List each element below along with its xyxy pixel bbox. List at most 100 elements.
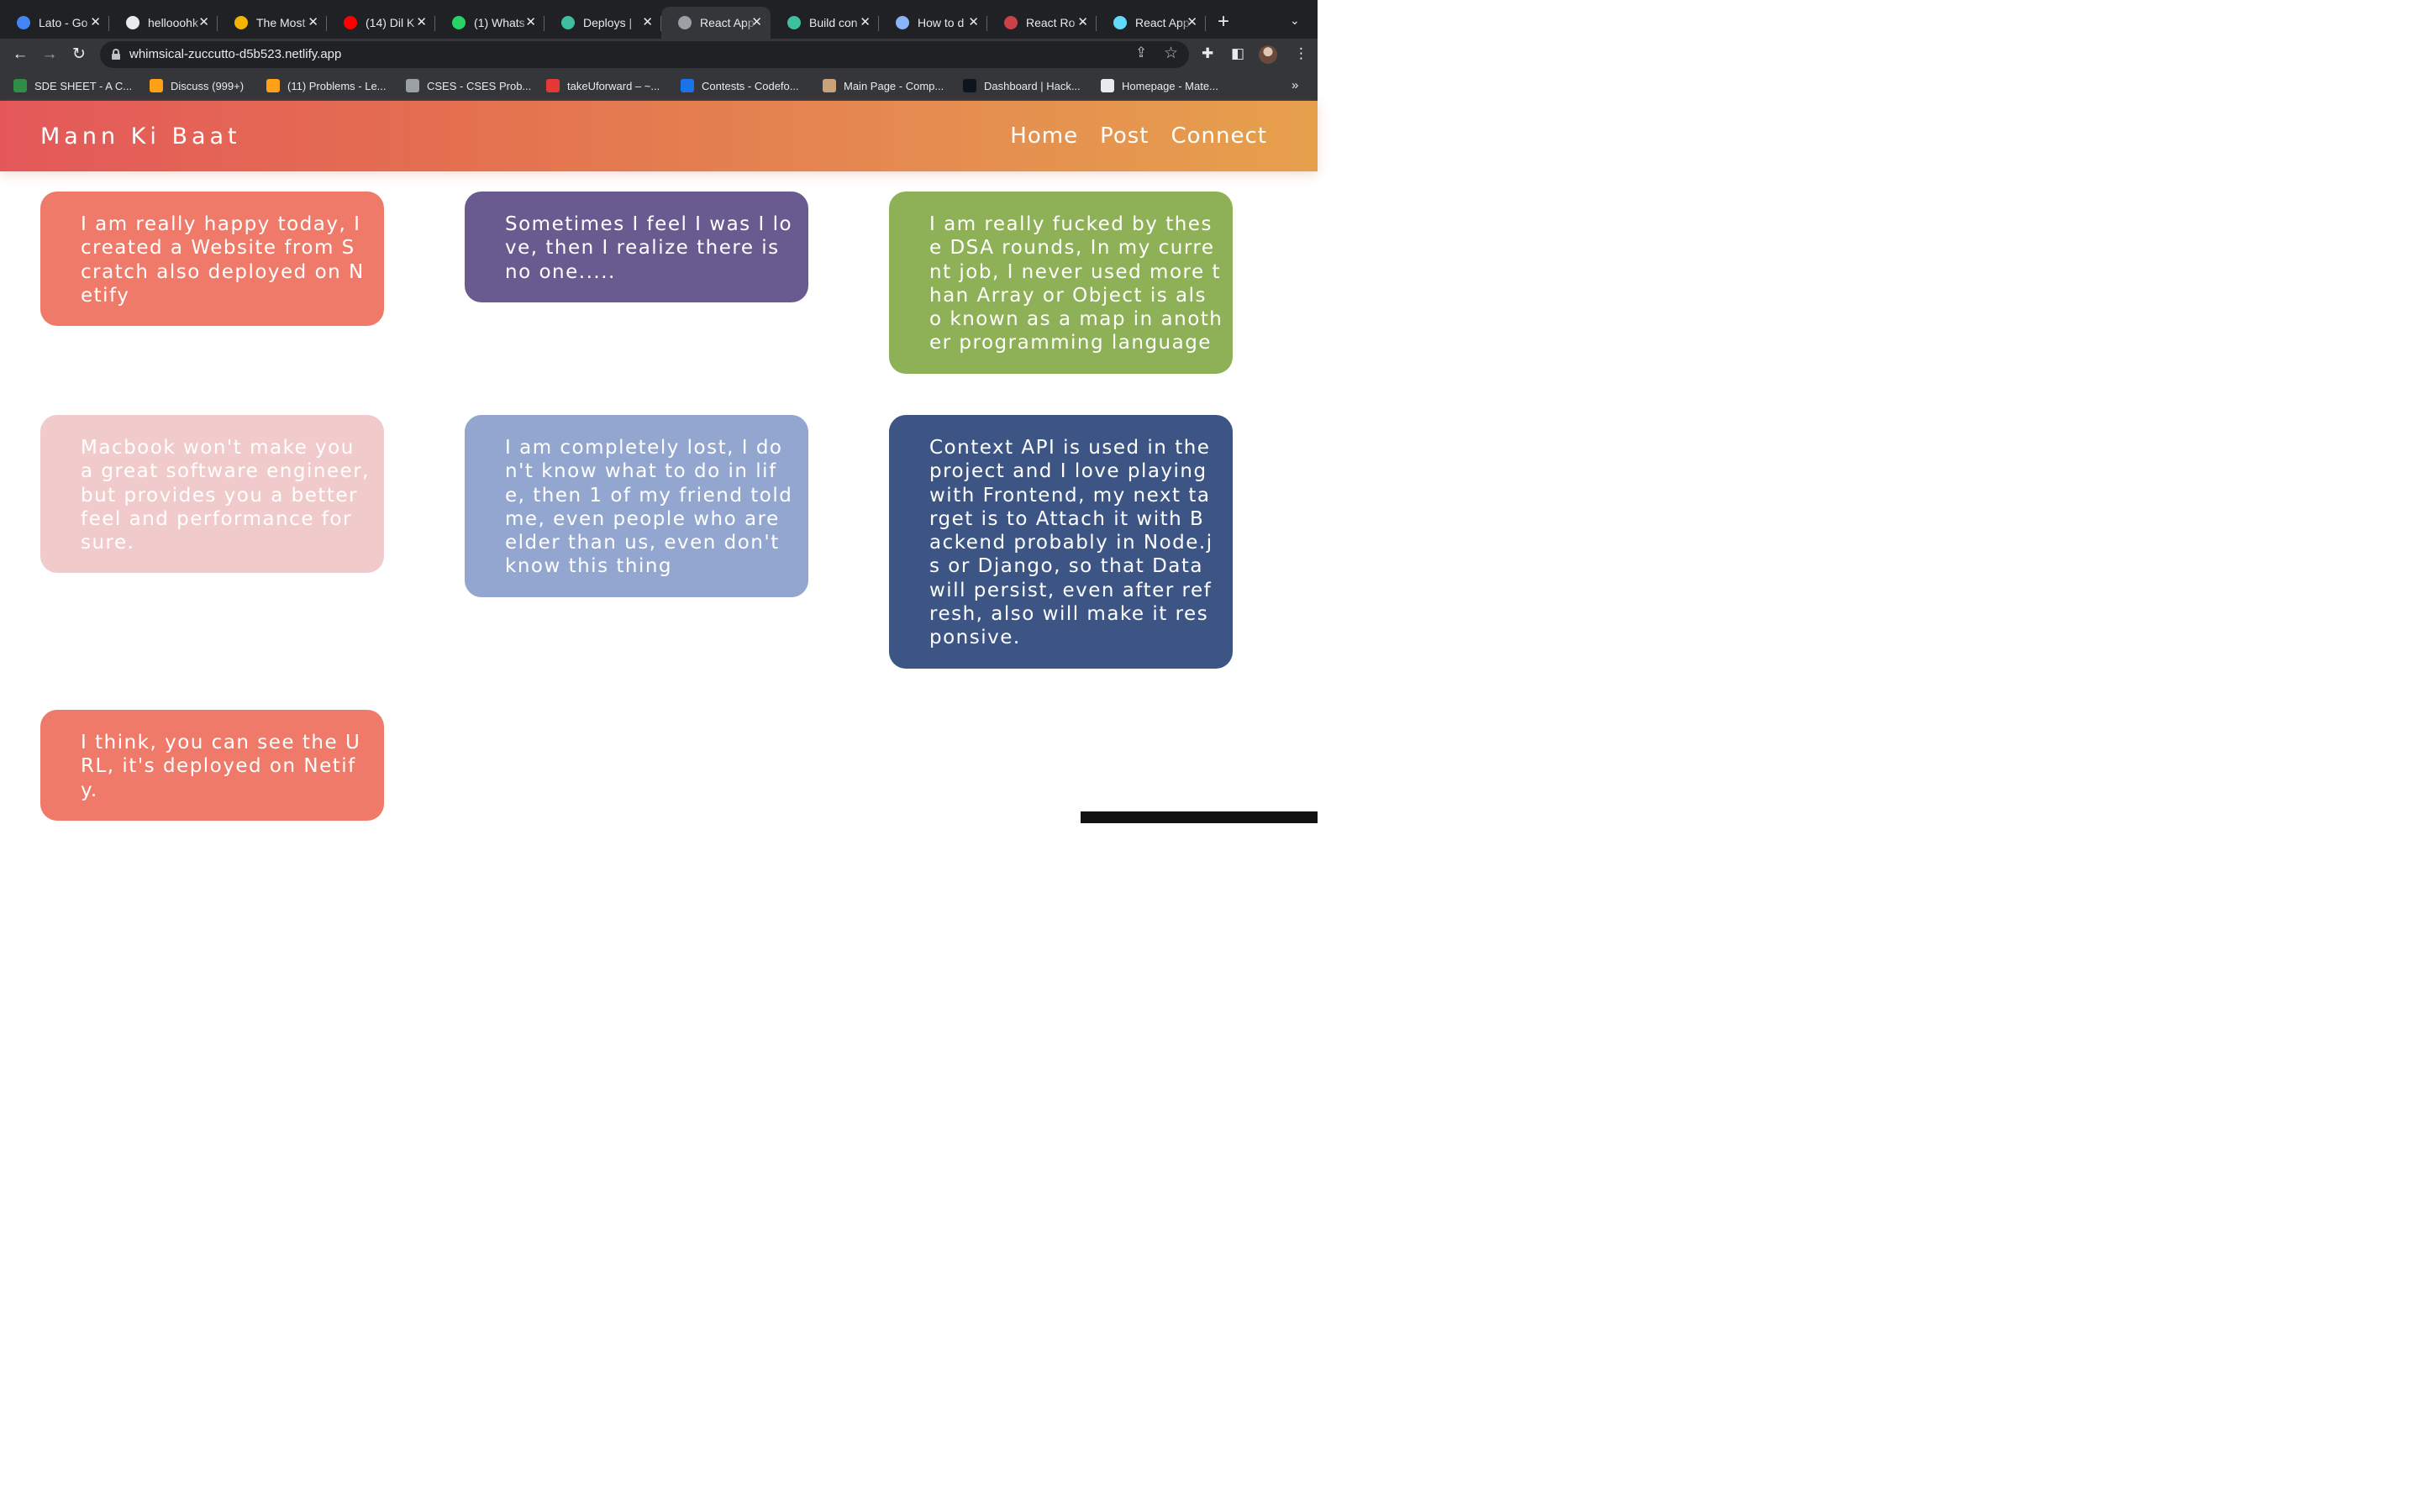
browser-tab[interactable]: React Ro ✕ <box>987 7 1097 39</box>
youtube-icon <box>344 16 357 29</box>
browser-toolbar: ← → ↻ whimsical-zuccutto-d5b523.netlify.… <box>0 39 1318 71</box>
browser-tab[interactable]: (14) Dil K ✕ <box>327 7 435 39</box>
browser-tab[interactable]: How to d ✕ <box>879 7 987 39</box>
tab-close-icon[interactable]: ✕ <box>90 15 101 30</box>
tab-close-icon[interactable]: ✕ <box>1186 15 1197 30</box>
post-card: I am completely lost, I do n't know what … <box>465 415 808 597</box>
post-text-line: know this thing <box>505 555 673 578</box>
app-navbar: Mann Ki Baat Home Post Connect <box>0 101 1318 171</box>
tab-close-icon[interactable]: ✕ <box>642 15 653 30</box>
tab-title: The Most <box>256 16 306 29</box>
browser-tab[interactable]: hellooohk ✕ <box>109 7 218 39</box>
bookmark-item[interactable]: takeUforward – ~... <box>546 79 660 92</box>
bookmark-item[interactable]: Contests - Codefo... <box>681 79 799 92</box>
post-text-line: o known as a map in anoth <box>929 308 1223 331</box>
browser-tab-strip: + ⌄ Lato - Go ✕ hellooohk ✕ The Most ✕ (14) Di… <box>0 0 1318 39</box>
post-text-line: will persist, even after ref <box>929 579 1213 601</box>
profile-avatar[interactable] <box>1259 45 1277 64</box>
tab-close-icon[interactable]: ✕ <box>1077 15 1088 30</box>
tab-close-icon[interactable]: ✕ <box>308 15 318 30</box>
address-url[interactable]: whimsical-zuccutto-d5b523.netlify.app <box>129 47 341 61</box>
bookmark-item[interactable]: SDE SHEET - A C... <box>13 79 132 92</box>
bookmark-item[interactable]: CSES - CSES Prob... <box>406 79 531 92</box>
tab-close-icon[interactable]: ✕ <box>198 15 209 30</box>
bookmark-favicon-icon <box>406 79 419 92</box>
nav-post-link[interactable]: Post <box>1100 123 1149 149</box>
browser-tab[interactable]: (1) Whats ✕ <box>435 7 544 39</box>
bookmark-label: takeUforward – ~... <box>567 79 660 92</box>
post-text-line: e, then 1 of my friend told <box>505 484 793 507</box>
post-text-line: I am really happy today, I <box>81 213 361 235</box>
post-text-line: no one..... <box>505 260 616 283</box>
post-text-line: s or Django, so that Data <box>929 555 1203 578</box>
post-text-line: I am really fucked by thes <box>929 213 1213 235</box>
nav-home-link[interactable]: Home <box>1010 123 1078 149</box>
tab-separator <box>1205 16 1206 31</box>
bookmark-item[interactable]: (11) Problems - Le... <box>266 79 387 92</box>
tab-close-icon[interactable]: ✕ <box>525 15 536 30</box>
bookmark-favicon-icon <box>1101 79 1114 92</box>
forward-button[interactable]: → <box>39 44 60 66</box>
address-bar[interactable]: whimsical-zuccutto-d5b523.netlify.app ⇪ … <box>100 41 1189 68</box>
tab-title: React Ro <box>1026 16 1076 29</box>
nav-links: Home Post Connect <box>1010 123 1267 149</box>
tab-title: React App <box>1135 16 1190 29</box>
bookmark-label: SDE SHEET - A C... <box>34 79 133 92</box>
post-card: Macbook won't make you a great software e… <box>40 415 384 574</box>
tab-close-icon[interactable]: ✕ <box>860 15 871 30</box>
more-bookmarks-icon[interactable]: » <box>1292 78 1298 92</box>
post-text-line: but provides you a better <box>81 484 359 507</box>
bookmark-label: Contests - Codefo... <box>702 79 799 92</box>
bookmark-label: Discuss (999+) <box>171 79 245 92</box>
browser-tab[interactable]: Lato - Go ✕ <box>0 7 109 39</box>
bookmark-item[interactable]: Discuss (999+) <box>150 79 244 92</box>
post-text-line: nt job, I never used more t <box>929 260 1221 283</box>
netlify-icon <box>561 16 575 29</box>
post-text-line: Macbook won't make you <box>81 437 355 459</box>
whatsapp-icon <box>452 16 466 29</box>
tab-search-chevron-icon[interactable]: ⌄ <box>1290 13 1300 28</box>
brand-title[interactable]: Mann Ki Baat <box>40 123 241 150</box>
new-tab-button[interactable]: + <box>1218 12 1229 32</box>
lock-icon[interactable] <box>112 49 120 60</box>
bookmarks-bar: » SDE SHEET - A C... Discuss (999+) (11) P… <box>0 71 1318 101</box>
share-icon[interactable]: ⇪ <box>1135 45 1147 61</box>
back-button[interactable]: ← <box>9 44 31 66</box>
browser-tab[interactable]: Deploys | ✕ <box>544 7 661 39</box>
post-text-line: RL, it's deployed on Netif <box>81 755 356 778</box>
bookmark-star-icon[interactable]: ☆ <box>1164 44 1178 63</box>
generic-site-icon <box>234 16 248 29</box>
tab-close-icon[interactable]: ✕ <box>751 15 762 30</box>
browser-tab[interactable]: The Most ✕ <box>218 7 327 39</box>
post-text-line: Sometimes I feel I was I lo <box>505 213 793 235</box>
browser-tab[interactable]: Build con ✕ <box>771 7 879 39</box>
github-icon <box>126 16 139 29</box>
nav-connect-link[interactable]: Connect <box>1171 123 1267 149</box>
post-text-line: I am completely lost, I do <box>505 437 783 459</box>
post-text-line: elder than us, even don't <box>505 532 780 554</box>
tab-title: (1) Whats <box>474 16 525 29</box>
post-text-line: sure. <box>81 532 135 554</box>
bookmark-favicon-icon <box>681 79 694 92</box>
tab-title: Deploys | <box>583 16 633 29</box>
browser-tab[interactable]: React App ✕ <box>1097 7 1206 39</box>
reload-button[interactable]: ↻ <box>68 44 90 66</box>
post-text-line: rget is to Attach it with B <box>929 507 1205 530</box>
globe-icon <box>678 16 692 29</box>
bookmark-item[interactable]: Homepage - Mate... <box>1101 79 1218 92</box>
extensions-puzzle-icon[interactable]: ✚ <box>1202 45 1213 62</box>
post-text-line: Context API is used in the <box>929 437 1211 459</box>
bookmark-label: (11) Problems - Le... <box>287 79 387 92</box>
bookmark-item[interactable]: Dashboard | Hack... <box>963 79 1081 92</box>
post-text-line: feel and performance for <box>81 507 352 530</box>
post-text-line: me, even people who are <box>505 507 780 530</box>
post-text-line: a great software engineer, <box>81 460 370 483</box>
browser-tab[interactable]: React App ✕ <box>661 7 771 39</box>
tab-close-icon[interactable]: ✕ <box>968 15 979 30</box>
bookmark-item[interactable]: Main Page - Comp... <box>823 79 944 92</box>
side-panel-icon[interactable]: ◧ <box>1231 45 1244 62</box>
tab-title: React App <box>700 16 755 29</box>
menu-kebab-icon[interactable]: ⋮ <box>1294 45 1308 62</box>
tab-close-icon[interactable]: ✕ <box>416 15 427 30</box>
post-text-line: ackend probably in Node.j <box>929 532 1213 554</box>
